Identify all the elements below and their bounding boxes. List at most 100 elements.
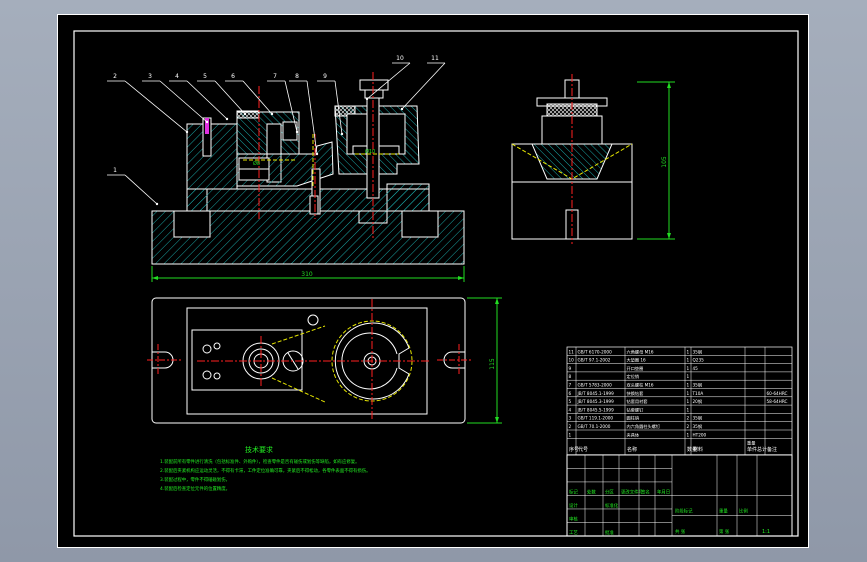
leader-line: [366, 62, 411, 100]
table-cell: 35钢: [693, 415, 703, 422]
table-cell: GB/T 97.1-2002: [578, 358, 611, 363]
table-cell: 1: [687, 391, 690, 396]
balloon-label-10: 10: [396, 55, 404, 62]
table-header-cell: 单件总计: [747, 446, 767, 453]
table-header-cell: 材料: [693, 446, 703, 453]
front-view: 310 Ø8 Ø10: [151, 72, 465, 282]
balloon-label-5: 5: [203, 73, 207, 80]
title-label: 阶段标记: [675, 508, 693, 515]
table-cell: 6: [569, 391, 572, 396]
sheet-frame: [57, 14, 809, 548]
leader-dot: [400, 107, 404, 111]
title-label: 签名: [641, 488, 650, 495]
front-overall-dimension: 310: [301, 271, 313, 278]
leader-dot: [340, 132, 344, 136]
table-cell: 钻套螺钉: [627, 406, 645, 413]
leader-dot: [295, 130, 299, 134]
table-cell: 定位销: [627, 373, 640, 380]
leader-line: [214, 80, 246, 115]
table-cell: 2: [569, 424, 572, 429]
table-cell: 10: [569, 358, 575, 363]
table-cell: 开口垫圈: [627, 365, 644, 372]
table-cell: 20钢: [693, 398, 703, 405]
leader-dot: [185, 130, 189, 134]
title-label: 分区: [605, 488, 614, 495]
title-label: 设计: [569, 502, 578, 509]
table-header-cell: 备注: [767, 446, 777, 453]
table-cell: 1: [687, 349, 690, 354]
drawing-sheet[interactable]: 310 Ø8 Ø10 2 3 4 5 6 7 8 9 10 11 1 105 1…: [57, 14, 809, 548]
table-cell: 夹具体: [627, 431, 640, 438]
svg-text:Ø10: Ø10: [365, 148, 375, 155]
table-cell: 5: [569, 399, 572, 404]
top-width-dimension: 115: [489, 358, 496, 370]
title-label: 审核: [569, 515, 578, 522]
leader-line: [124, 80, 188, 133]
leader-line: [242, 80, 273, 115]
table-cell: 35钢: [693, 423, 703, 430]
title-label: 年月日: [657, 488, 670, 495]
balloon-label-4: 4: [175, 73, 179, 80]
title-label: 工艺: [569, 530, 578, 536]
side-height-dimension: 105: [661, 156, 668, 168]
title-label: 处数: [587, 488, 596, 495]
leader-dot: [155, 202, 159, 206]
table-cell: 35钢: [693, 382, 703, 389]
title-label: 第 张: [719, 528, 730, 535]
balloon-label-2: 2: [113, 73, 117, 80]
table-cell: GB/T 5783-2000: [578, 383, 613, 388]
svg-text:Ø8: Ø8: [253, 160, 260, 167]
notes-line-1: 1.装配前所有零件进行清洗（包括标准件、外购件），检查零件是否有碰伤或划伤等缺陷…: [160, 458, 360, 465]
balloon-label-9: 9: [323, 73, 327, 80]
drawing-svg: 310 Ø8 Ø10 2 3 4 5 6 7 8 910 111 105 115…: [57, 14, 809, 548]
leader-dot: [225, 117, 229, 121]
table-cell: 2: [687, 424, 690, 429]
title-label: 标准化: [605, 502, 619, 509]
leader-dot: [243, 112, 247, 116]
table-cell: 双头螺柱 M16: [627, 382, 654, 389]
title-label: 批准: [605, 529, 614, 536]
side-view: 105: [511, 74, 675, 244]
table-header-cell: 代号: [578, 446, 588, 453]
table-cell: 58-64HRC: [767, 399, 788, 404]
table-cell: 大垫圈 16: [627, 357, 647, 364]
table-cell: 45: [693, 366, 699, 371]
cad-viewport[interactable]: 310 Ø8 Ø10 2 3 4 5 6 7 8 9 10 11 1 105 1…: [0, 0, 867, 562]
table-cell: 1: [687, 383, 690, 388]
table-cell: 2: [687, 416, 690, 421]
table-cell: HT200: [693, 432, 707, 437]
table-cell: JB/T 8045.1-1999: [577, 391, 615, 396]
balloon-label-7: 7: [273, 73, 277, 80]
title-label: 共 张: [675, 528, 686, 535]
leader-dot: [315, 152, 319, 156]
leader-line: [401, 62, 446, 110]
table-cell: 内六角圆柱头螺钉: [627, 423, 661, 430]
table-cell: 9: [569, 366, 572, 371]
table-cell: 钻套用衬套: [627, 398, 649, 405]
leader-dot: [205, 120, 209, 124]
balloon-label-1: 1: [113, 167, 117, 174]
balloon-label-3: 3: [148, 73, 152, 80]
table-cell: 快换钻套: [627, 390, 645, 397]
table-cell: GB/T 70.1-2000: [578, 424, 611, 429]
table-cell: GB/T 119.1-2000: [578, 416, 614, 421]
table-cell: 1: [687, 358, 690, 363]
title-label: 比例: [739, 508, 748, 515]
leader-dot: [365, 97, 369, 101]
table-cell: 11: [569, 349, 575, 354]
table-cell: 圆柱销: [627, 415, 640, 422]
title-block: 标记 处数 分区 更改文件号签名 年月日设计 标准化审核工艺 批准阶段标记 重量 比例共 张第 …: [566, 454, 793, 537]
table-cell: 六角螺母 M16: [627, 348, 654, 355]
notes-line-4: 4.装配后检查定位元件的位置精度。: [160, 485, 230, 492]
notes-title: 技术要求: [245, 445, 273, 454]
table-header-weight: 重量: [747, 440, 755, 447]
table-cell: 35钢: [693, 348, 703, 355]
table-cell: Q235: [693, 358, 705, 363]
table-cell: 1: [687, 407, 690, 412]
parts-list-table: 11 GB/T 6170-2000 六角螺母 M16 1 35钢10 GB/T 97.1-…: [566, 346, 793, 456]
table-cell: 3: [569, 416, 572, 421]
table-cell: 1: [687, 366, 690, 371]
table-cell: GB/T 6170-2000: [578, 349, 613, 354]
top-view: 115: [147, 297, 502, 424]
table-header-cell: 名称: [627, 446, 637, 453]
